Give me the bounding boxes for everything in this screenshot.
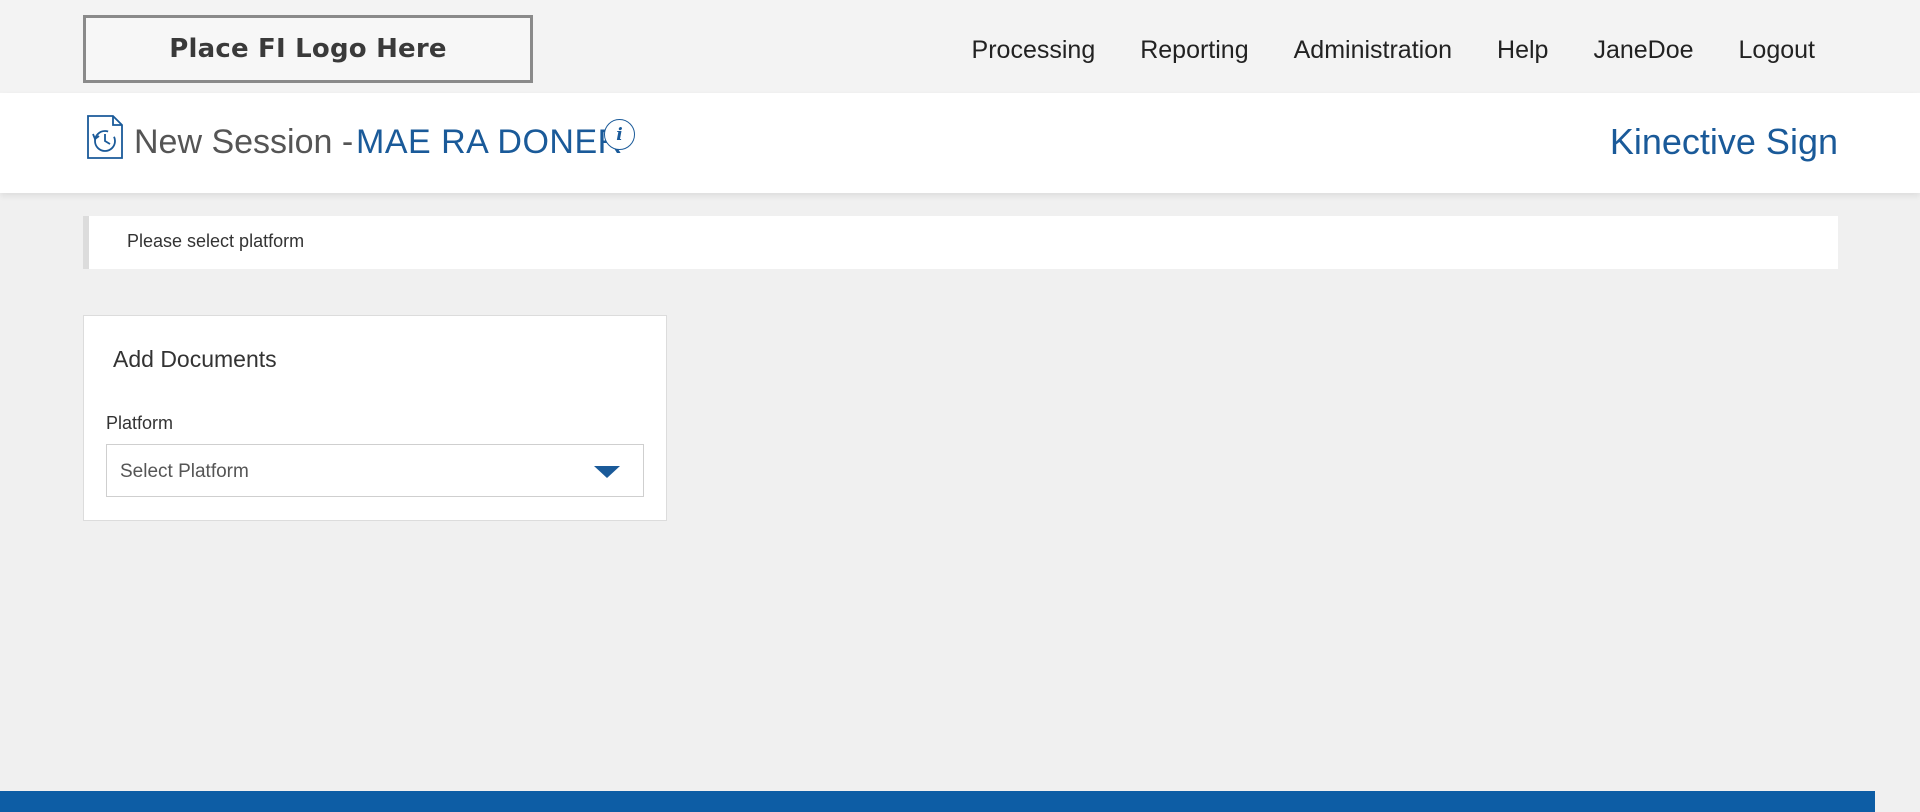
platform-label: Platform [106,413,174,433]
platform-select-value: Select Platform [120,461,249,482]
nav-item-user[interactable]: JaneDoe [1593,36,1693,65]
add-documents-panel: Add Documents Platform Select Platform [83,315,667,521]
status-alert: Please select platform [83,216,1838,269]
session-header: New Session - MAE RA DONER Kinective Sig… [0,93,1920,193]
platform-select[interactable]: Select Platform [106,444,644,497]
document-history-icon [87,115,123,159]
session-title: New Session - [134,123,354,161]
session-customer-name: MAE RA DONER [356,123,623,161]
nav-item-logout[interactable]: Logout [1739,36,1815,65]
alert-message: Please select platform [127,231,305,251]
fi-logo-placeholder[interactable]: Place FI Logo Here [83,15,533,83]
main-nav: Processing Reporting Administration Help… [927,36,1815,65]
top-nav-bar: Place FI Logo Here Processing Reporting … [0,0,1920,93]
chevron-down-icon[interactable] [594,466,620,478]
brand-name: Kinective Sign [1609,121,1838,162]
panel-title: Add Documents [113,346,277,372]
nav-item-administration[interactable]: Administration [1294,36,1452,65]
info-icon[interactable]: i [604,119,635,150]
nav-item-reporting[interactable]: Reporting [1140,36,1248,65]
nav-item-processing[interactable]: Processing [972,36,1096,65]
nav-item-help[interactable]: Help [1497,36,1548,65]
footer-bar [0,791,1875,812]
